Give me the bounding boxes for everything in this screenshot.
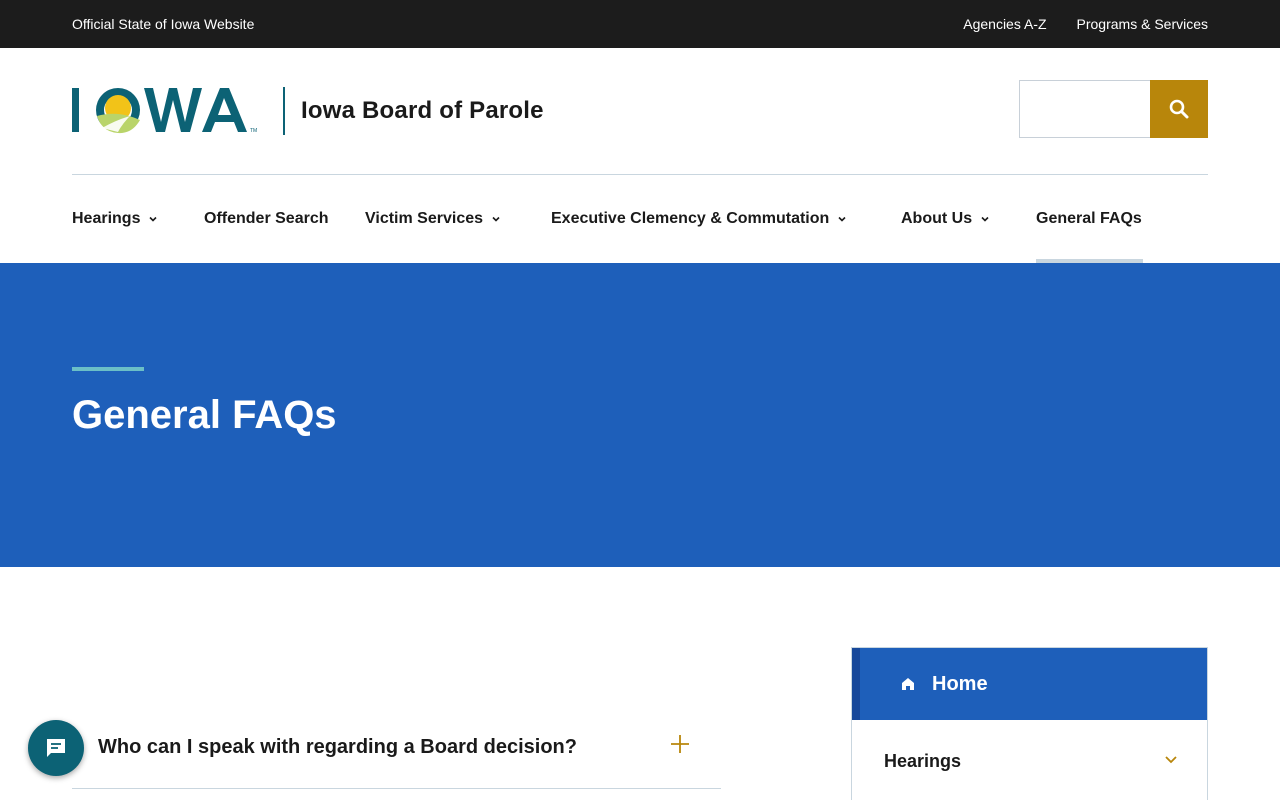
agencies-a-z-link[interactable]: Agencies A-Z [963,16,1046,32]
hero-accent-bar [72,367,144,371]
nav-item-label: Hearings [72,210,141,227]
nav-item-label: About Us [901,210,973,227]
utility-bar: Official State of Iowa Website Agencies … [0,0,1280,48]
chevron-down-icon [981,216,989,222]
chevron-down-icon [1165,756,1177,764]
chevron-down-icon [492,216,500,222]
faq-accordion-item[interactable]: Who can I speak with regarding a Board d… [72,706,721,789]
nav-item-general-faqs[interactable]: General FAQs [1036,210,1142,228]
main-nav: Hearings Offender Search Victim Services… [0,175,1280,263]
page-hero: General FAQs [0,263,1280,567]
nav-item-hearings[interactable]: Hearings [72,210,158,228]
nav-item-label: Offender Search [204,210,329,227]
site-name[interactable]: Iowa Board of Parole [301,97,544,125]
nav-item-label: Executive Clemency & Commutation [551,210,830,227]
sidebar-item-home[interactable]: Home [852,648,1207,720]
nav-item-label: General FAQs [1036,210,1142,227]
search-input[interactable] [1019,80,1151,138]
search-button[interactable] [1150,80,1208,138]
sidebar-home-label: Home [932,672,988,695]
faq-question: Who can I speak with regarding a Board d… [98,736,577,758]
programs-services-link[interactable]: Programs & Services [1077,16,1208,32]
chevron-down-icon [149,216,158,222]
logo-divider [283,87,285,135]
nav-item-label: Victim Services [365,210,484,227]
site-header: TM Iowa Board of Parole [0,48,1280,175]
chevron-down-icon [838,216,846,222]
page-title: General FAQs [72,393,337,437]
sidebar-item-label: Hearings [884,751,962,771]
nav-item-executive-clemency[interactable]: Executive Clemency & Commutation [551,210,847,228]
plus-icon [671,735,689,753]
chat-button[interactable] [28,720,84,776]
nav-item-victim-services[interactable]: Victim Services [365,210,501,228]
home-icon [902,678,914,690]
iowa-logo[interactable]: TM [72,86,272,136]
chat-icon [47,739,65,757]
utility-links: Agencies A-Z Programs & Services [963,16,1208,32]
sidebar-item-hearings[interactable]: Hearings [852,720,1207,800]
sidebar-nav: Home Hearings [851,647,1208,800]
nav-item-offender-search[interactable]: Offender Search [204,210,328,228]
nav-item-about-us[interactable]: About Us [901,210,990,228]
svg-text:TM: TM [250,128,257,134]
official-site-text: Official State of Iowa Website [72,16,255,32]
search-icon [1169,99,1189,119]
